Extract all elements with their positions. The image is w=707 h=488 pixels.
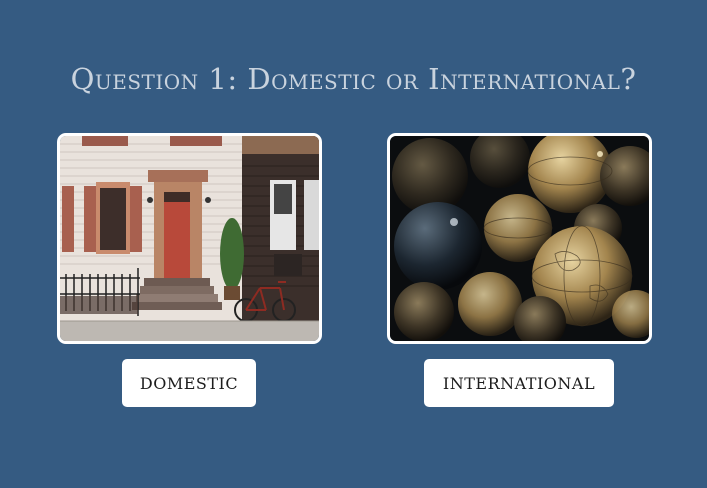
globes-image: [390, 136, 649, 341]
question-title: Question 1: Domestic or International?: [70, 62, 637, 96]
international-button[interactable]: INTERNATIONAL: [424, 359, 614, 407]
townhouse-image: [60, 136, 319, 341]
domestic-image-card[interactable]: [57, 133, 322, 344]
domestic-button[interactable]: DOMESTIC: [122, 359, 256, 407]
international-image-card[interactable]: [387, 133, 652, 344]
